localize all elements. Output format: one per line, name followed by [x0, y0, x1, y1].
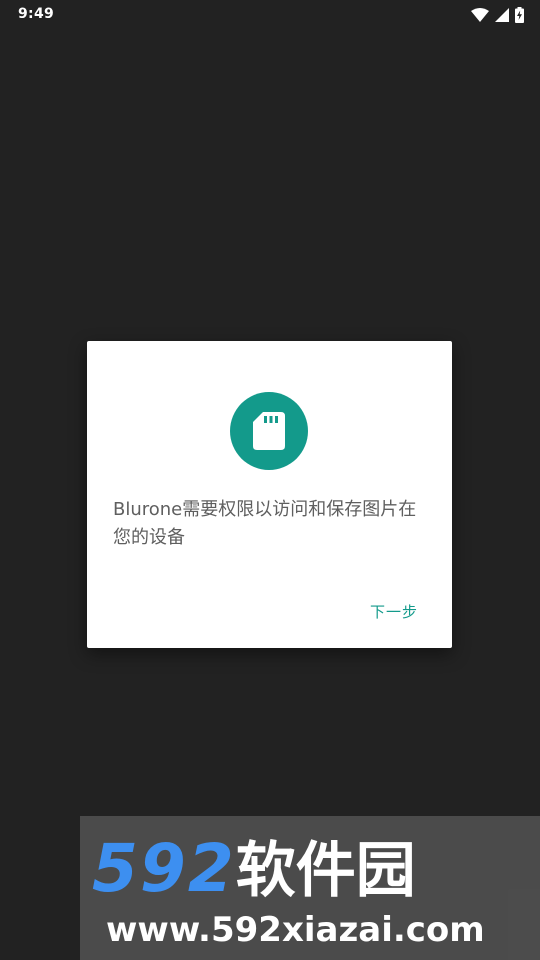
permission-dialog: Blurone需要权限以访问和保存图片在您的设备 下一步 — [87, 341, 452, 648]
battery-charging-icon — [515, 7, 524, 23]
status-bar: 9:49 — [0, 0, 540, 32]
watermark-logo-number: 592 — [92, 830, 236, 907]
dialog-message: Blurone需要权限以访问和保存图片在您的设备 — [113, 499, 417, 548]
sd-card-icon — [230, 392, 308, 470]
watermark-logo-text: 软件园 — [235, 836, 416, 906]
watermark: 592软件园 www.592xiazai.com — [80, 816, 540, 960]
watermark-logo: 592软件园 — [92, 834, 416, 907]
next-button[interactable]: 下一步 — [370, 601, 418, 622]
status-time: 9:49 — [18, 6, 55, 22]
status-icons — [471, 6, 524, 24]
signal-icon — [495, 8, 509, 22]
watermark-url: www.592xiazai.com — [106, 910, 485, 950]
wifi-icon — [471, 8, 489, 22]
